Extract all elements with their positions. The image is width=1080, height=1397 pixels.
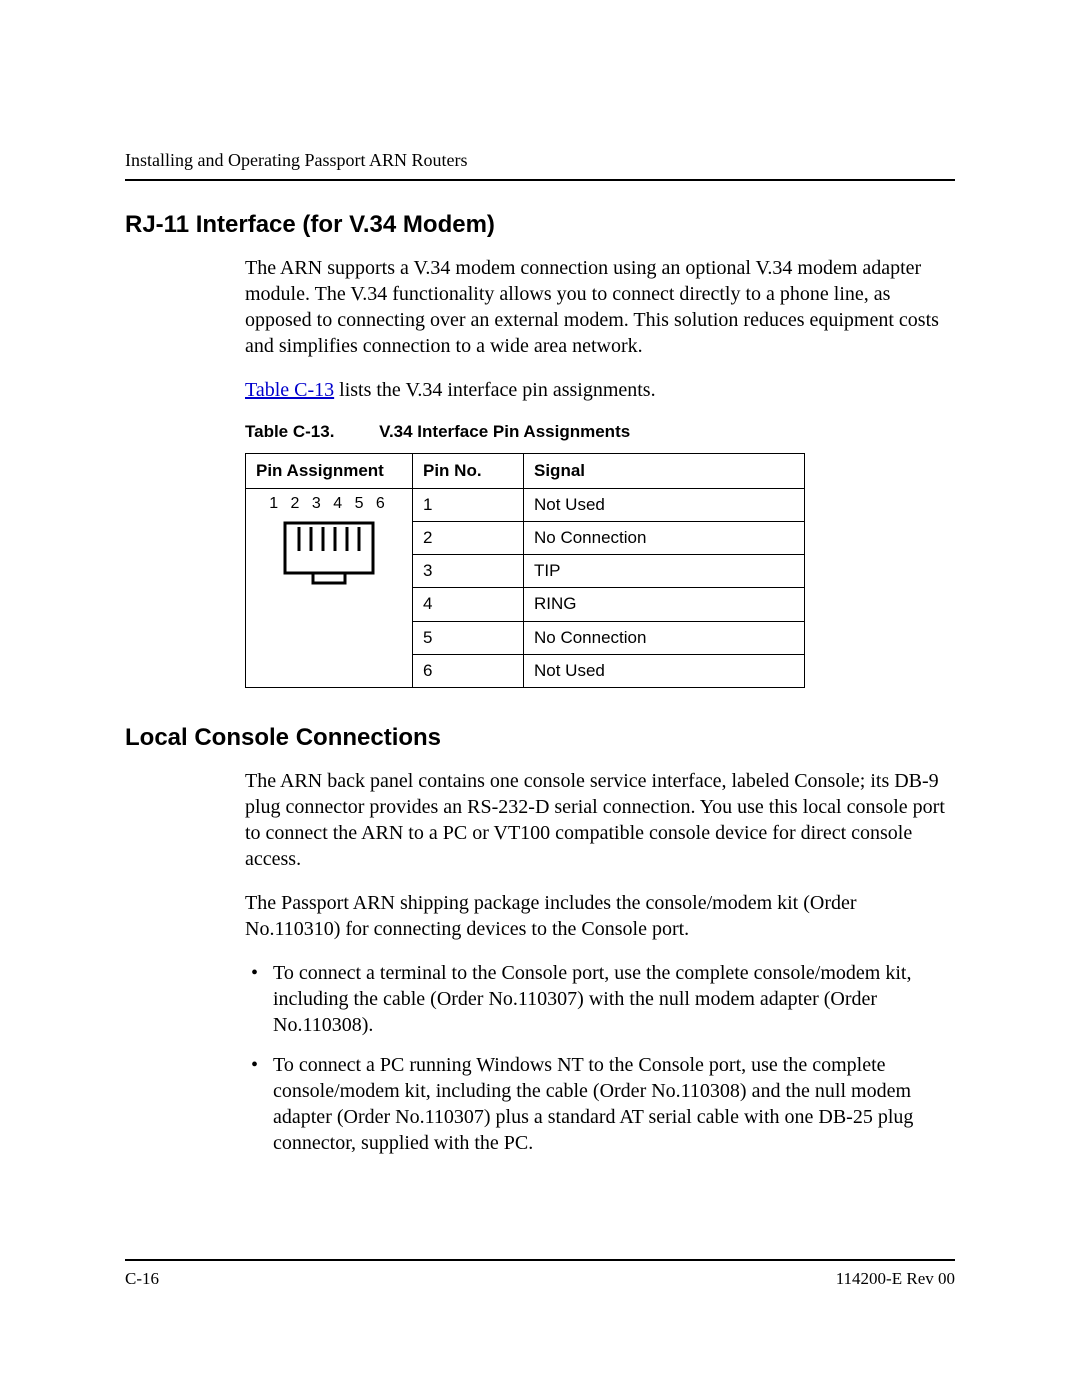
cell-pin-no: 1 — [413, 489, 524, 522]
pin-assignment-table: Pin Assignment Pin No. Signal 1 2 3 4 5 … — [245, 453, 805, 688]
table-caption-id: Table C-13. — [245, 422, 334, 441]
list-item: To connect a terminal to the Console por… — [245, 960, 955, 1038]
table-row: 1 2 3 4 5 6 1 Not Used — [246, 489, 805, 522]
cell-signal: Not Used — [524, 489, 805, 522]
running-header: Installing and Operating Passport ARN Ro… — [125, 150, 955, 171]
paragraph: Table C-13 lists the V.34 interface pin … — [245, 377, 955, 403]
section-heading-rj11: RJ-11 Interface (for V.34 Modem) — [125, 211, 955, 239]
pin-number-labels: 1 2 3 4 5 6 — [256, 494, 402, 515]
rj11-jack-icon — [279, 517, 379, 589]
col-header-pin-assignment: Pin Assignment — [246, 454, 413, 489]
table-caption-title: V.34 Interface Pin Assignments — [379, 422, 630, 441]
cell-signal: TIP — [524, 555, 805, 588]
paragraph: The Passport ARN shipping package includ… — [245, 890, 955, 942]
bullet-list: To connect a terminal to the Console por… — [245, 960, 955, 1156]
cell-pin-no: 5 — [413, 621, 524, 654]
cell-signal: No Connection — [524, 522, 805, 555]
cell-pin-no: 2 — [413, 522, 524, 555]
section-heading-local-console: Local Console Connections — [125, 724, 955, 752]
cell-signal: No Connection — [524, 621, 805, 654]
footer-rule — [125, 1259, 955, 1261]
cell-pin-no: 4 — [413, 588, 524, 621]
paragraph-text: lists the V.34 interface pin assignments… — [334, 379, 655, 401]
paragraph: The ARN back panel contains one console … — [245, 768, 955, 872]
col-header-signal: Signal — [524, 454, 805, 489]
page-number: C-16 — [125, 1269, 159, 1289]
cell-signal: Not Used — [524, 654, 805, 687]
doc-revision: 114200-E Rev 00 — [836, 1269, 955, 1289]
paragraph: The ARN supports a V.34 modem connection… — [245, 255, 955, 359]
list-item: To connect a PC running Windows NT to th… — [245, 1052, 955, 1156]
table-xref-link[interactable]: Table C-13 — [245, 379, 334, 401]
page-footer: C-16 114200-E Rev 00 — [125, 1259, 955, 1289]
header-rule — [125, 179, 955, 181]
cell-signal: RING — [524, 588, 805, 621]
cell-pin-no: 6 — [413, 654, 524, 687]
pin-diagram-cell: 1 2 3 4 5 6 — [246, 489, 413, 688]
cell-pin-no: 3 — [413, 555, 524, 588]
col-header-pin-no: Pin No. — [413, 454, 524, 489]
table-header-row: Pin Assignment Pin No. Signal — [246, 454, 805, 489]
table-caption: Table C-13. V.34 Interface Pin Assignmen… — [245, 421, 955, 443]
